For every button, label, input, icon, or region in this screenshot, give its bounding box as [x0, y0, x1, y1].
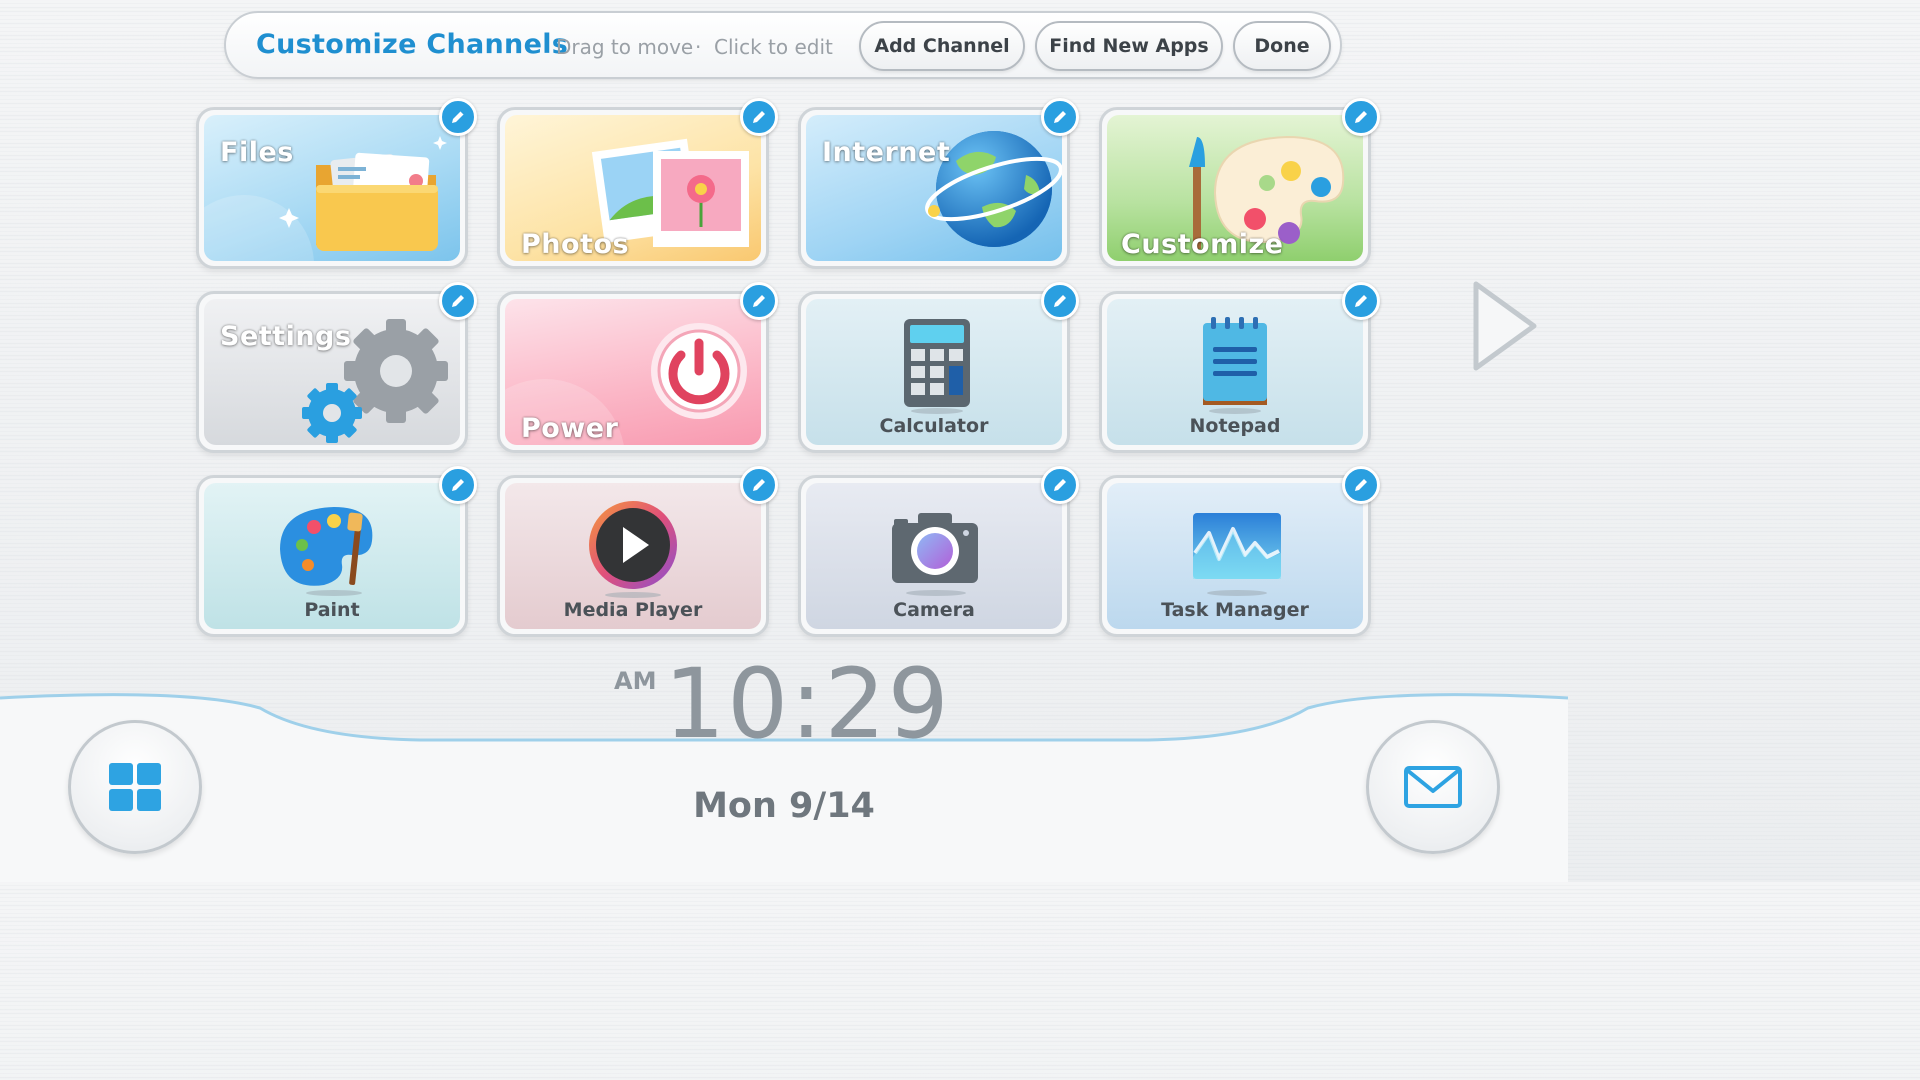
channel-label: Photos: [521, 229, 630, 260]
edit-pencil-icon[interactable]: [1342, 98, 1380, 136]
edit-hint: Click to edit: [714, 35, 833, 59]
edit-pencil-icon[interactable]: [740, 282, 778, 320]
customize-channels-bar: Customize Channels Drag to move · Click …: [224, 11, 1342, 79]
channel-label: Files: [220, 137, 294, 168]
channel-label: Media Player: [563, 599, 703, 621]
channel-label: Notepad: [1189, 415, 1281, 437]
channel-files[interactable]: Files: [196, 98, 477, 269]
channel-label: Power: [521, 413, 619, 444]
hint-separator: ·: [695, 35, 702, 59]
edit-pencil-icon[interactable]: [439, 466, 477, 504]
channel-customize[interactable]: Customize: [1099, 98, 1380, 269]
drag-hint: Drag to move: [556, 35, 694, 59]
channel-notepad[interactable]: Notepad: [1099, 282, 1380, 453]
channel-internet[interactable]: Internet: [798, 98, 1079, 269]
channel-task-manager[interactable]: Task Manager: [1099, 466, 1380, 637]
edit-pencil-icon[interactable]: [1041, 98, 1079, 136]
edit-pencil-icon[interactable]: [1342, 466, 1380, 504]
clock-ampm: AM: [614, 667, 657, 695]
edit-pencil-icon[interactable]: [439, 282, 477, 320]
edit-pencil-icon[interactable]: [1342, 282, 1380, 320]
channel-label: Internet: [822, 137, 951, 168]
channel-label: Settings: [220, 321, 352, 352]
channel-label: Customize: [1121, 229, 1284, 260]
channel-calculator[interactable]: Calculator: [798, 282, 1079, 453]
next-page-arrow-icon[interactable]: [1466, 278, 1542, 374]
channel-label: Camera: [893, 599, 975, 621]
channel-camera[interactable]: Camera: [798, 466, 1079, 637]
home-menu-button[interactable]: [68, 720, 202, 854]
grid-icon: [109, 763, 161, 811]
add-channel-button[interactable]: Add Channel: [859, 21, 1025, 71]
clock-time: 10:29: [664, 648, 951, 760]
channel-paint[interactable]: Paint: [196, 466, 477, 637]
page-title: Customize Channels: [256, 29, 569, 60]
edit-pencil-icon[interactable]: [1041, 466, 1079, 504]
channel-label: Paint: [304, 599, 360, 621]
channel-media-player[interactable]: Media Player: [497, 466, 778, 637]
edit-pencil-icon[interactable]: [439, 98, 477, 136]
channel-photos[interactable]: Photos: [497, 98, 778, 269]
channel-label: Calculator: [879, 415, 989, 437]
channel-label: Task Manager: [1161, 599, 1309, 621]
mail-icon: [1404, 766, 1462, 808]
edit-pencil-icon[interactable]: [740, 466, 778, 504]
done-button[interactable]: Done: [1233, 21, 1331, 71]
date-label: Mon 9/14: [693, 786, 875, 826]
edit-pencil-icon[interactable]: [1041, 282, 1079, 320]
find-new-apps-button[interactable]: Find New Apps: [1035, 21, 1223, 71]
mail-button[interactable]: [1366, 720, 1500, 854]
channel-power[interactable]: Power: [497, 282, 778, 453]
channel-settings[interactable]: Settings: [196, 282, 477, 453]
edit-pencil-icon[interactable]: [740, 98, 778, 136]
